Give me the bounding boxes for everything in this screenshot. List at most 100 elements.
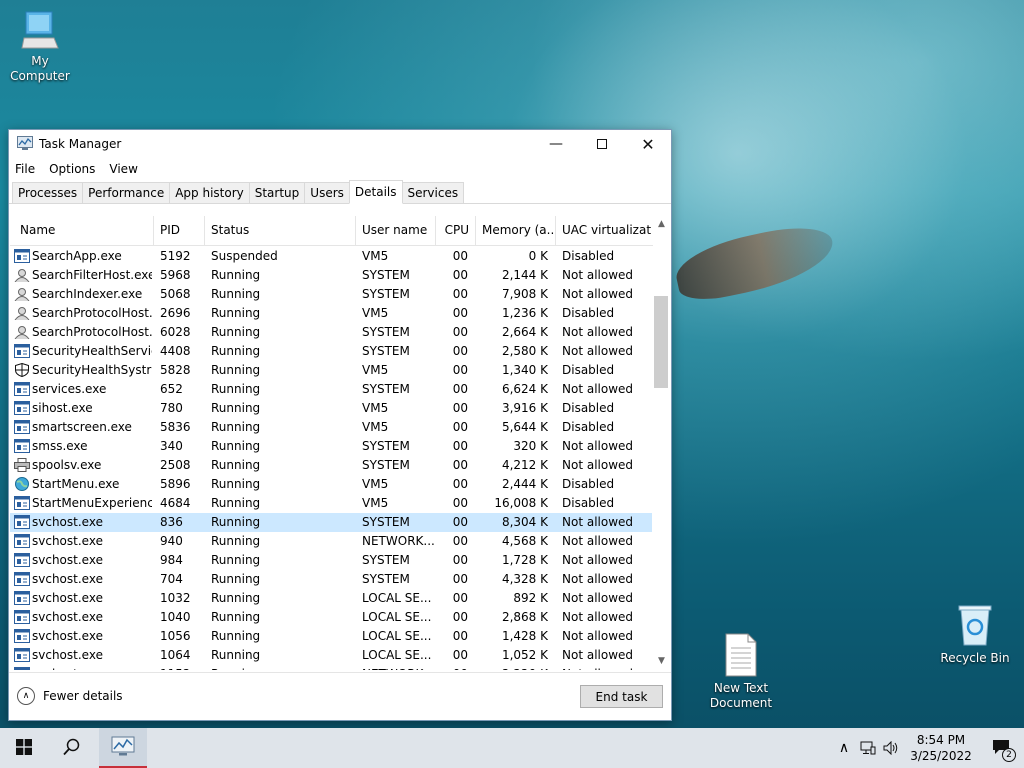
process-cpu: 00 [452,477,468,491]
desktop-icon-new-text-document[interactable]: New Text Document [702,603,780,726]
chevron-up-icon: ∧ [17,687,35,705]
process-pid: 4408 [160,344,191,358]
process-name: SearchFilterHost.exe [32,268,152,282]
search-button[interactable] [48,728,96,768]
process-user: SYSTEM [362,515,410,529]
process-status: Suspended [211,249,278,263]
tab-users[interactable]: Users [304,182,350,203]
tab-startup[interactable]: Startup [248,182,306,203]
column-header-status[interactable]: Status [205,216,356,246]
menu-view[interactable]: View [109,162,137,176]
tab-services[interactable]: Services [401,182,465,203]
fewer-details-button[interactable]: ∧ Fewer details [17,687,123,705]
application-icon [14,629,30,643]
tab-performance[interactable]: Performance [82,182,171,203]
table-row[interactable]: SearchApp.exe 5192 Suspended VM5 00 0 K Disabl… [10,247,652,266]
process-pid: 5836 [160,420,191,434]
process-user: SYSTEM [362,572,410,586]
scroll-down-button[interactable]: ▼ [653,653,670,670]
table-row[interactable]: StartMenuExperienc... 4684 Running VM5 00 16,… [10,494,652,513]
table-row[interactable]: SearchFilterHost.exe 5968 Running SYSTEM 00 2… [10,266,652,285]
chevron-up-icon[interactable]: ∧ [832,740,856,756]
start-button[interactable] [0,728,48,768]
process-uac: Disabled [562,477,615,491]
maximize-button[interactable] [579,130,625,158]
table-row[interactable]: svchost.exe 704 Running SYSTEM 00 4,328 K Not … [10,570,652,589]
process-cpu: 00 [452,553,468,567]
process-cpu: 00 [452,363,468,377]
process-pid: 836 [160,515,183,529]
clock[interactable]: 8:54 PM 3/25/2022 [904,732,978,764]
table-row[interactable]: svchost.exe 984 Running SYSTEM 00 1,728 K Not … [10,551,652,570]
table-row[interactable]: svchost.exe 940 Running NETWORK... 00 4,568 K… [10,532,652,551]
process-user: LOCAL SE... [362,610,432,624]
column-header-pid[interactable]: PID [154,216,205,246]
table-row[interactable]: svchost.exe 1152 Running NETWORK...00 2,220 … [10,665,652,670]
column-header-label: Status [211,223,250,237]
volume-icon[interactable] [880,741,904,755]
tab-details[interactable]: Details [348,180,403,204]
process-status: Running [211,553,261,567]
table-row[interactable]: smss.exe 340 Running SYSTEM 00 320 K Not allow… [10,437,652,456]
menu-file[interactable]: File [15,162,35,176]
process-cpu: 00 [452,648,468,662]
process-mem: 5,644 K [501,420,548,434]
process-uac: Disabled [562,420,615,434]
window-title: Task Manager [39,137,122,151]
process-pid: 6028 [160,325,191,339]
close-button[interactable]: ✕ [625,130,671,158]
table-row[interactable]: SecurityHealthServic... 4408 Running SYSTEM… [10,342,652,361]
column-header-name[interactable]: ^ Name [10,216,154,246]
title-bar[interactable]: Task Manager — ✕ [9,130,671,158]
vertical-scrollbar[interactable]: ▲ ▼ [653,216,670,670]
process-pid: 1032 [160,591,191,605]
desktop-icon-recycle-bin[interactable]: Recycle Bin [936,603,1014,666]
table-row[interactable]: services.exe 652 Running SYSTEM 00 6,624 K Not… [10,380,652,399]
process-mem: 3,916 K [501,401,548,415]
end-task-button[interactable]: End task [580,685,663,708]
column-header-label: User name [362,223,428,237]
taskbar-task-manager[interactable] [99,728,147,768]
process-user: SYSTEM [362,382,410,396]
table-row[interactable]: sihost.exe 780 Running VM5 00 3,916 K Disabled [10,399,652,418]
table-row[interactable]: svchost.exe 1032 Running LOCAL SE... 00 892 K… [10,589,652,608]
table-row[interactable]: SearchProtocolHost.... 2696 Running VM5 00 1,… [10,304,652,323]
desktop-icon-my-computer[interactable]: My Computer [0,10,80,84]
tab-app-history[interactable]: App history [169,182,250,203]
table-row[interactable]: svchost.exe 836 Running SYSTEM 00 8,304 K Not … [10,513,652,532]
process-pid: 984 [160,553,183,567]
table-row[interactable]: smartscreen.exe 5836 Running VM5 00 5,644 K Di… [10,418,652,437]
process-cpu: 00 [452,325,468,339]
process-name: svchost.exe [32,534,103,548]
scroll-thumb[interactable] [654,296,668,388]
process-pid: 780 [160,401,183,415]
column-header-memory[interactable]: Memory (a... [476,216,556,246]
scroll-up-button[interactable]: ▲ [653,216,670,233]
process-pid: 652 [160,382,183,396]
table-row[interactable]: spoolsv.exe 2508 Running SYSTEM 00 4,212 K Not… [10,456,652,475]
column-header-user-name[interactable]: User name [356,216,436,246]
table-row[interactable]: svchost.exe 1064 Running LOCAL SE... 00 1,052… [10,646,652,665]
process-cpu: 00 [452,458,468,472]
process-name: SecurityHealthSystra... [32,363,152,377]
process-uac: Not allowed [562,344,634,358]
network-icon[interactable] [856,741,880,755]
process-uac: Disabled [562,249,615,263]
column-header-cpu[interactable]: CPU [436,216,476,246]
user-process-icon [14,268,30,283]
table-row[interactable]: svchost.exe 1056 Running LOCAL SE... 00 1,428… [10,627,652,646]
notification-center-button[interactable]: 2 [978,728,1024,768]
minimize-button[interactable]: — [533,130,579,158]
table-row[interactable]: SearchIndexer.exe 5068 Running SYSTEM 00 7,90… [10,285,652,304]
process-pid: 704 [160,572,183,586]
task-manager-icon [111,736,135,759]
menu-options[interactable]: Options [49,162,95,176]
table-row[interactable]: SearchProtocolHost.... 6028 Running SYSTEM 0… [10,323,652,342]
table-row[interactable]: SecurityHealthSystra... 5828 Running VM5 00 1… [10,361,652,380]
process-status: Running [211,572,261,586]
process-name: svchost.exe [32,515,103,529]
table-row[interactable]: StartMenu.exe 5896 Running VM5 00 2,444 K Disa… [10,475,652,494]
column-header-uac[interactable]: UAC virtualizat... [556,216,652,246]
tab-processes[interactable]: Processes [12,182,84,203]
table-row[interactable]: svchost.exe 1040 Running LOCAL SE... 00 2,868… [10,608,652,627]
